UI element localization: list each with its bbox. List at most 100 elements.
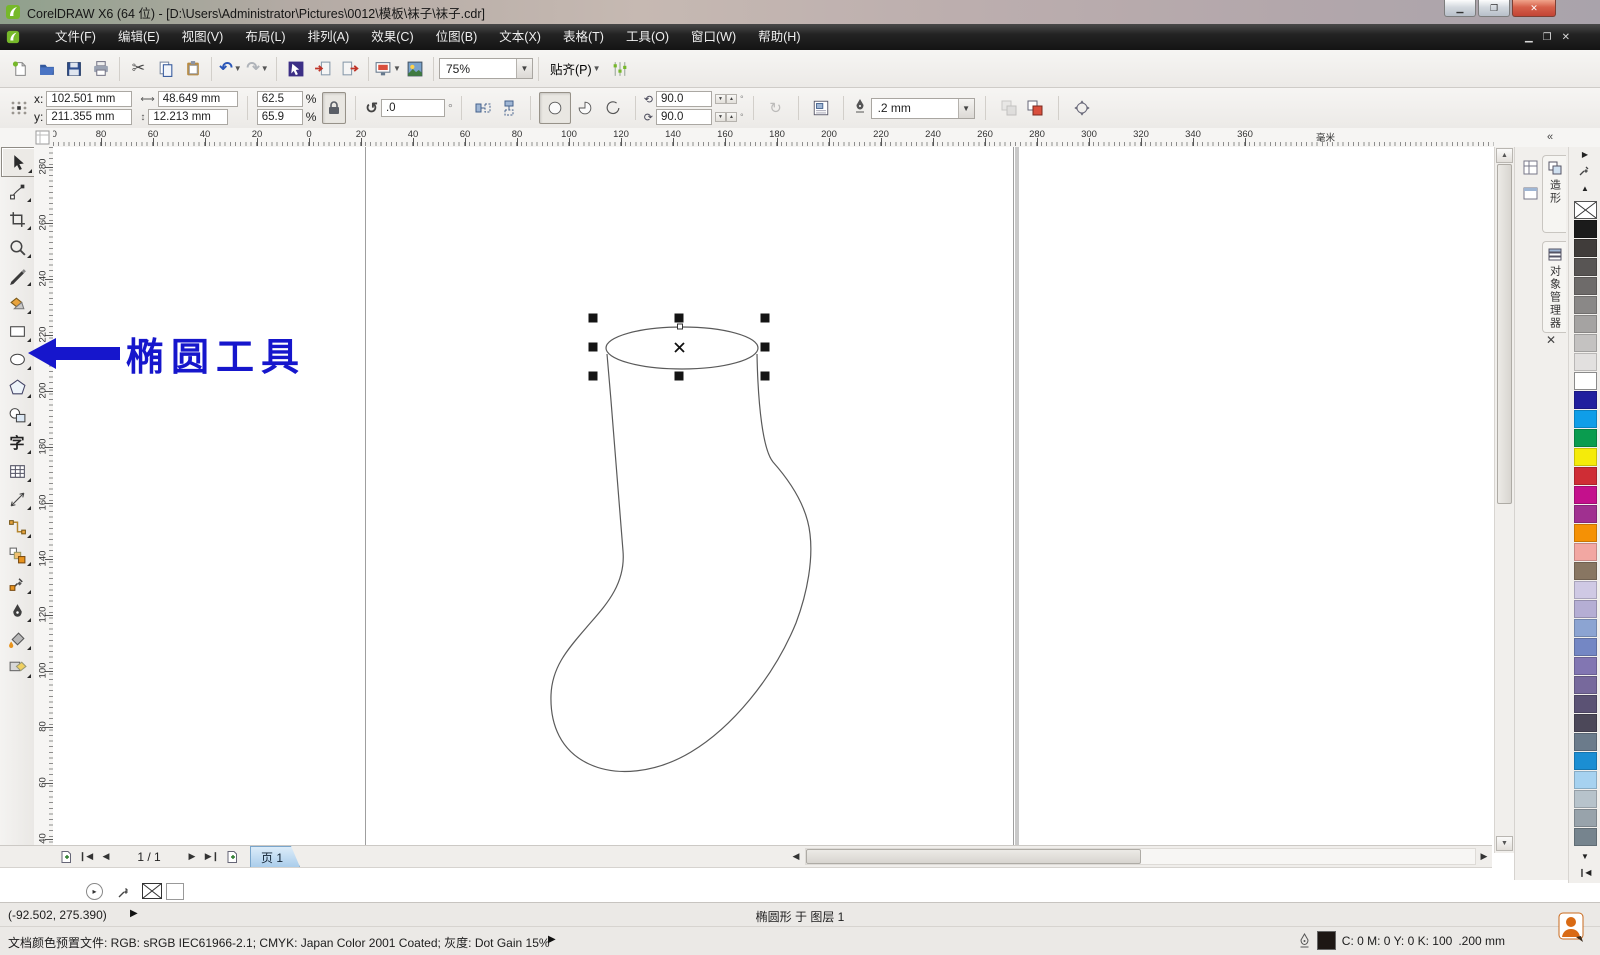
menu-item-3[interactable]: 布局(L) (234, 24, 296, 50)
first-page-button[interactable]: ❙◀ (76, 848, 96, 866)
object-height-field[interactable]: 12.213 mm (148, 109, 228, 125)
docker-grid-icon[interactable] (1520, 157, 1540, 177)
palette-eyedropper-icon[interactable] (1576, 163, 1594, 177)
zoom-tool[interactable] (1, 233, 33, 261)
docker-window-icon[interactable] (1520, 183, 1540, 203)
color-swatch-e2e0df[interactable] (1574, 353, 1597, 371)
membership-person-icon[interactable] (1556, 911, 1586, 943)
color-swatch-5b5274[interactable] (1574, 695, 1597, 713)
menu-item-2[interactable]: 视图(V) (171, 24, 235, 50)
color-swatch-cfc9e4[interactable] (1574, 581, 1597, 599)
pie-mode-button[interactable] (571, 94, 599, 122)
next-page-button[interactable]: ▶ (182, 848, 202, 866)
color-swatch-1b8ed3[interactable] (1574, 752, 1597, 770)
drawing-canvas[interactable] (53, 147, 1494, 845)
color-swatch-98a3ab[interactable] (1574, 809, 1597, 827)
shape-tool[interactable] (1, 177, 33, 205)
collapse-dockers-button[interactable]: « (1541, 129, 1559, 145)
redo-button[interactable]: ↷▼ (244, 55, 271, 82)
lock-ratio-button[interactable] (322, 92, 346, 124)
smart-fill-tool[interactable] (1, 289, 33, 317)
rotation-angle-field[interactable]: .0 (381, 99, 445, 117)
connector-tool[interactable] (1, 513, 33, 541)
docker-tab-0[interactable]: 造形 (1542, 155, 1566, 233)
color-swatch-8ca4d2[interactable] (1574, 619, 1597, 637)
interactive-fill-tool[interactable] (1, 653, 33, 681)
restore-button[interactable]: ❐ (1478, 0, 1510, 17)
chevron-down-icon[interactable]: ▼ (393, 64, 401, 73)
color-swatch-8276b2[interactable] (1574, 657, 1597, 675)
color-swatch-201e9e[interactable] (1574, 391, 1597, 409)
end-angle-field[interactable]: 90.0 (656, 109, 712, 125)
scroll-down-icon[interactable]: ▼ (1496, 836, 1513, 851)
print-button[interactable] (87, 55, 114, 82)
color-swatch-0f9ee8[interactable] (1574, 410, 1597, 428)
color-swatch-ffffff[interactable] (1574, 372, 1597, 390)
menu-item-6[interactable]: 位图(B) (425, 24, 489, 50)
palette-expand-icon[interactable]: ❙◀ (1576, 865, 1594, 879)
dimension-tool[interactable] (1, 485, 33, 513)
outline-color-swatch[interactable] (1317, 931, 1336, 950)
docker-close-icon[interactable]: ✕ (1546, 333, 1556, 347)
new-document-button[interactable] (6, 55, 33, 82)
ellipse-mode-button[interactable] (539, 92, 571, 124)
import-button[interactable] (309, 55, 336, 82)
copy-button[interactable] (152, 55, 179, 82)
previous-page-button[interactable]: ◀ (96, 848, 116, 866)
snap-to-button[interactable]: 贴齐(P) ▼ (544, 59, 607, 78)
horizontal-scroll-thumb[interactable] (806, 849, 1141, 864)
menu-item-11[interactable]: 帮助(H) (747, 24, 811, 50)
color-swatch-6b7b8b[interactable] (1574, 733, 1597, 751)
text-tool[interactable]: 字 (1, 429, 33, 457)
cut-button[interactable]: ✂ (125, 55, 152, 82)
convert-to-curves-button[interactable] (1069, 95, 1095, 121)
undo-button[interactable]: ↶▼ (217, 55, 244, 82)
scale-x-field[interactable]: 62.5 (257, 91, 303, 107)
color-swatch-f5eb0a[interactable] (1574, 448, 1597, 466)
page-tab[interactable]: 页 1 (250, 846, 300, 867)
object-width-field[interactable]: 48.649 mm (158, 91, 238, 107)
last-page-button[interactable]: ▶❙ (202, 848, 222, 866)
y-position-field[interactable]: 211.355 mm (46, 109, 132, 125)
mirror-horizontal-button[interactable] (470, 95, 496, 121)
start-angle-field[interactable]: 90.0 (656, 91, 712, 107)
no-color-swatch[interactable] (1574, 201, 1597, 219)
menu-item-0[interactable]: 文件(F) (44, 24, 107, 50)
color-swatch-8a8887[interactable] (1574, 296, 1597, 314)
color-swatch-4c4859[interactable] (1574, 714, 1597, 732)
profile-flyout-icon[interactable]: ▶ (548, 934, 556, 945)
menu-item-5[interactable]: 效果(C) (360, 24, 424, 50)
color-swatch-1b1b1b[interactable] (1574, 220, 1597, 238)
export-button[interactable] (336, 55, 363, 82)
document-palette-flyout-icon[interactable]: ▸ (86, 883, 103, 900)
color-swatch-403c3a[interactable] (1574, 239, 1597, 257)
outline-width-select[interactable]: .2 mm ▼ (871, 98, 975, 119)
color-swatch-7487c4[interactable] (1574, 638, 1597, 656)
to-front-button[interactable] (996, 95, 1022, 121)
palette-flyout-icon[interactable]: ▶ (1576, 147, 1594, 161)
color-swatch-f59105[interactable] (1574, 524, 1597, 542)
crop-tool[interactable] (1, 205, 33, 233)
color-swatch-cf2d35[interactable] (1574, 467, 1597, 485)
save-button[interactable] (60, 55, 87, 82)
color-swatch-887662[interactable] (1574, 562, 1597, 580)
search-content-button[interactable] (282, 55, 309, 82)
vertical-scroll-thumb[interactable] (1497, 164, 1512, 504)
no-color-swatch[interactable] (142, 883, 162, 899)
add-page-after-button[interactable] (222, 848, 242, 866)
color-swatch-a5a3a2[interactable] (1574, 315, 1597, 333)
mirror-vertical-button[interactable] (496, 95, 522, 121)
spinner-up-icon[interactable]: ▲ (726, 112, 737, 122)
doc-minimize-icon[interactable]: ▁ (1525, 32, 1533, 43)
vertical-scrollbar[interactable]: ▲ ▼ (1494, 147, 1514, 853)
spinner-down-icon[interactable]: ▼ (715, 112, 726, 122)
horizontal-ruler[interactable]: 1008060402002040608010012014016018020022… (53, 128, 1494, 146)
palette-scroll-up-icon[interactable]: ▲ (1576, 181, 1594, 195)
vertical-ruler[interactable]: 280260240220200180160140120100806040 (34, 147, 54, 845)
doc-restore-icon[interactable]: ❐ (1543, 32, 1552, 43)
spinner-up-icon[interactable]: ▲ (726, 94, 737, 104)
empty-swatch[interactable] (166, 883, 184, 900)
close-button[interactable]: ✕ (1512, 0, 1556, 17)
color-swatch-c4c2c1[interactable] (1574, 334, 1597, 352)
color-swatch-b5aed4[interactable] (1574, 600, 1597, 618)
